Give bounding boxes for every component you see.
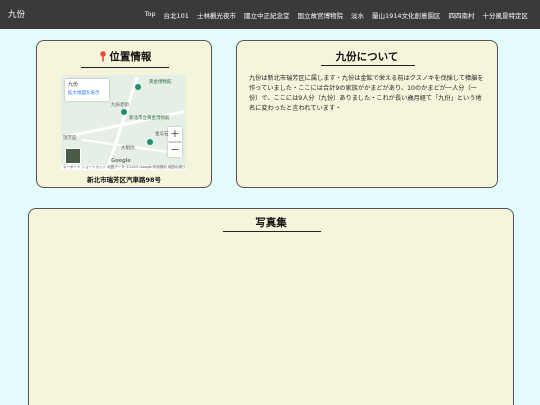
title-divider <box>321 65 415 66</box>
embedded-map[interactable]: 黄金博物館 九份老街 新北市立黄金博物館 金瓜石 大粗坑 瑞芳區 九份 拡大地図… <box>61 75 186 170</box>
map-label: 瑞芳區 <box>63 136 77 141</box>
nav-link-top[interactable]: Top <box>145 10 156 20</box>
nav-link-shilin[interactable]: 士林觀光夜市 <box>197 10 236 20</box>
map-marker[interactable] <box>121 109 127 115</box>
map-pin-icon: 📍︎ <box>96 52 110 63</box>
nav-link-shifen[interactable]: 十分風景特定区 <box>483 10 529 20</box>
gallery-title: 写真集 <box>255 217 287 229</box>
map-place-name: 九份 <box>68 82 79 88</box>
google-logo: Google <box>111 158 131 164</box>
nav-link-chiang-kai-shek[interactable]: 國立中正紀念堂 <box>244 10 290 20</box>
map-attribution[interactable]: キーボード ショートカット 地図データ ©2023 Google 利用規約 地図… <box>61 165 186 170</box>
nav-links: Top 台北101 士林觀光夜市 國立中正紀念堂 国立故宮博物院 淡水 蘭山19… <box>145 10 528 20</box>
map-info-window: 九份 拡大地図を表示 <box>65 79 109 101</box>
site-brand[interactable]: 九份 <box>8 8 25 20</box>
location-title-row: 📍︎位置情報 <box>37 49 211 64</box>
nav-link-huashan[interactable]: 蘭山1914文化創意園区 <box>372 10 441 20</box>
about-title: 九份について <box>335 51 399 63</box>
location-title: 位置情報 <box>109 51 152 63</box>
map-marker[interactable] <box>135 84 141 90</box>
about-card: 九份について 九份は新北市瑞芳区に属します・九份は金鉱で栄える前はクスノキを伐採… <box>236 40 498 188</box>
zoom-in-button[interactable]: + <box>168 127 182 141</box>
map-label: 新北市立黄金博物館 <box>129 116 170 121</box>
map-label: 九份老街 <box>111 103 129 108</box>
map-label: 黄金博物館 <box>149 80 172 85</box>
top-navbar: 九份 Top 台北101 士林觀光夜市 國立中正紀念堂 国立故宮博物院 淡水 蘭… <box>0 0 540 29</box>
map-marker[interactable] <box>147 139 153 145</box>
about-description: 九份は新北市瑞芳区に属します・九份は金鉱で栄える前はクスノキを伐採して樟脳を作っ… <box>249 75 484 112</box>
zoom-out-button[interactable]: − <box>168 143 182 157</box>
enlarge-map-link[interactable]: 拡大地図を表示 <box>68 90 106 96</box>
nav-link-tamsui[interactable]: 淡水 <box>351 10 364 20</box>
map-label: 大粗坑 <box>121 146 135 151</box>
title-divider <box>223 231 321 232</box>
satellite-toggle[interactable] <box>65 148 81 164</box>
title-divider <box>81 67 169 68</box>
nav-link-sisinan[interactable]: 四四南村 <box>449 10 475 20</box>
nav-link-taipei101[interactable]: 台北101 <box>164 10 189 20</box>
nav-link-palace-museum[interactable]: 国立故宮博物院 <box>297 10 343 20</box>
location-card: 📍︎位置情報 黄金博物館 九份老街 新北市立黄金博物館 金瓜石 大粗坑 瑞芳區 … <box>36 40 212 188</box>
address-text: 新北市瑞芳区汽車路98号 <box>86 176 162 184</box>
gallery-card: 写真集 <box>28 208 514 405</box>
map-label: 金瓜石 <box>155 132 169 137</box>
